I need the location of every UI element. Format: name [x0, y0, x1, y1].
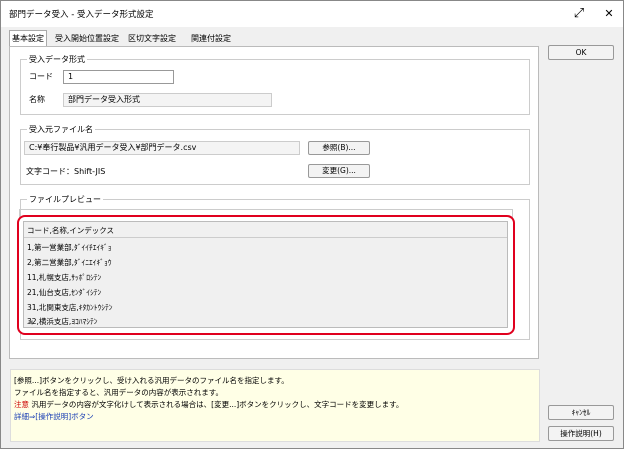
preview-group-title: ファイルプレビュー: [27, 194, 103, 205]
title-bar: 部門データ受入 - 受入データ形式設定 ⤢ ✕: [1, 1, 623, 27]
browse-button[interactable]: 参照(B)...: [308, 141, 370, 155]
code-input[interactable]: 1: [63, 70, 174, 84]
expand-icon[interactable]: ⤢: [564, 1, 594, 27]
tab-basic-settings[interactable]: 基本設定: [9, 30, 47, 47]
preview-row: 1,第一営業部,ﾀﾞｲｲﾁｴｲｷﾞｮ: [27, 243, 112, 252]
source-file-group: 受入元ファイル名 C:¥奉行製品¥汎用データ受入¥部門データ.csv 参照(B)…: [20, 124, 530, 185]
close-icon[interactable]: ✕: [594, 1, 624, 27]
scroll-left-icon[interactable]: ◀: [28, 319, 33, 326]
name-input[interactable]: 部門データ受入形式: [63, 93, 272, 107]
cancel-button[interactable]: ｷｬﾝｾﾙ: [548, 405, 614, 420]
help-button[interactable]: 操作説明(H): [548, 426, 614, 441]
preview-row: 2,第二営業部,ﾀﾞｲﾆｴｲｷﾞｮｳ: [27, 258, 112, 267]
help-text-box: [参照...]ボタンをクリックし、受け入れる汎用データのファイル名を指定します。…: [10, 369, 540, 442]
source-group-title: 受入元ファイル名: [27, 124, 95, 135]
name-label: 名称: [29, 95, 45, 104]
detail-suffix: ボタン: [71, 412, 94, 421]
preview-row: 11,札幌支店,ｻｯﾎﾟﾛｼﾃﾝ: [27, 273, 102, 282]
help-line-3: 注意 汎用データの内容が文字化けして表示される場合は、[変更...]ボタンをクリ…: [14, 399, 403, 410]
preview-header-row: コード,名称,インデックス: [24, 225, 507, 238]
help-line-1: [参照...]ボタンをクリックし、受け入れる汎用データのファイル名を指定します。: [14, 376, 289, 385]
preview-row: 32,横浜支店,ﾖｺﾊﾏｼﾃﾝ: [27, 317, 98, 326]
window-title: 部門データ受入 - 受入データ形式設定: [9, 10, 154, 20]
preview-row: 21,仙台支店,ｾﾝﾀﾞｲｼﾃﾝ: [27, 288, 102, 297]
ok-button[interactable]: OK: [548, 45, 614, 60]
code-label: コード: [29, 72, 53, 81]
format-group: 受入データ形式 コード 1 名称 部門データ受入形式: [20, 54, 530, 115]
help-line-2: ファイル名を指定すると、汎用データの内容が表示されます。: [14, 388, 223, 397]
preview-row: 31,北関東支店,ｷﾀｶﾝﾄｳｼﾃﾝ: [27, 303, 113, 312]
tab-start-position[interactable]: 受入開始位置設定: [53, 31, 121, 47]
help-line-4: 詳細⇒[操作説明]ボタン: [14, 411, 94, 422]
charset-label: 文字コード：Shift-JIS: [26, 167, 106, 176]
file-path-input[interactable]: C:¥奉行製品¥汎用データ受入¥部門データ.csv: [24, 141, 300, 155]
preview-content[interactable]: コード,名称,インデックス 1,第一営業部,ﾀﾞｲｲﾁｴｲｷﾞｮ 2,第二営業部…: [23, 221, 508, 328]
tab-mapping[interactable]: 関連付設定: [189, 31, 233, 47]
format-group-title: 受入データ形式: [27, 54, 87, 65]
dialog-window: 部門データ受入 - 受入データ形式設定 ⤢ ✕ 基本設定 受入開始位置設定 区切…: [0, 0, 624, 449]
tab-delimiter[interactable]: 区切文字設定: [126, 31, 178, 47]
preview-highlight: コード,名称,インデックス 1,第一営業部,ﾀﾞｲｲﾁｴｲｷﾞｮ 2,第二営業部…: [17, 215, 515, 335]
detail-link[interactable]: 詳細⇒[操作説明]: [14, 412, 71, 421]
note-text: 汎用データの内容が文字化けして表示される場合は、[変更...]ボタンをクリックし…: [31, 400, 404, 409]
note-label: 注意: [14, 400, 29, 409]
change-charset-button[interactable]: 変更(G)...: [308, 164, 370, 178]
